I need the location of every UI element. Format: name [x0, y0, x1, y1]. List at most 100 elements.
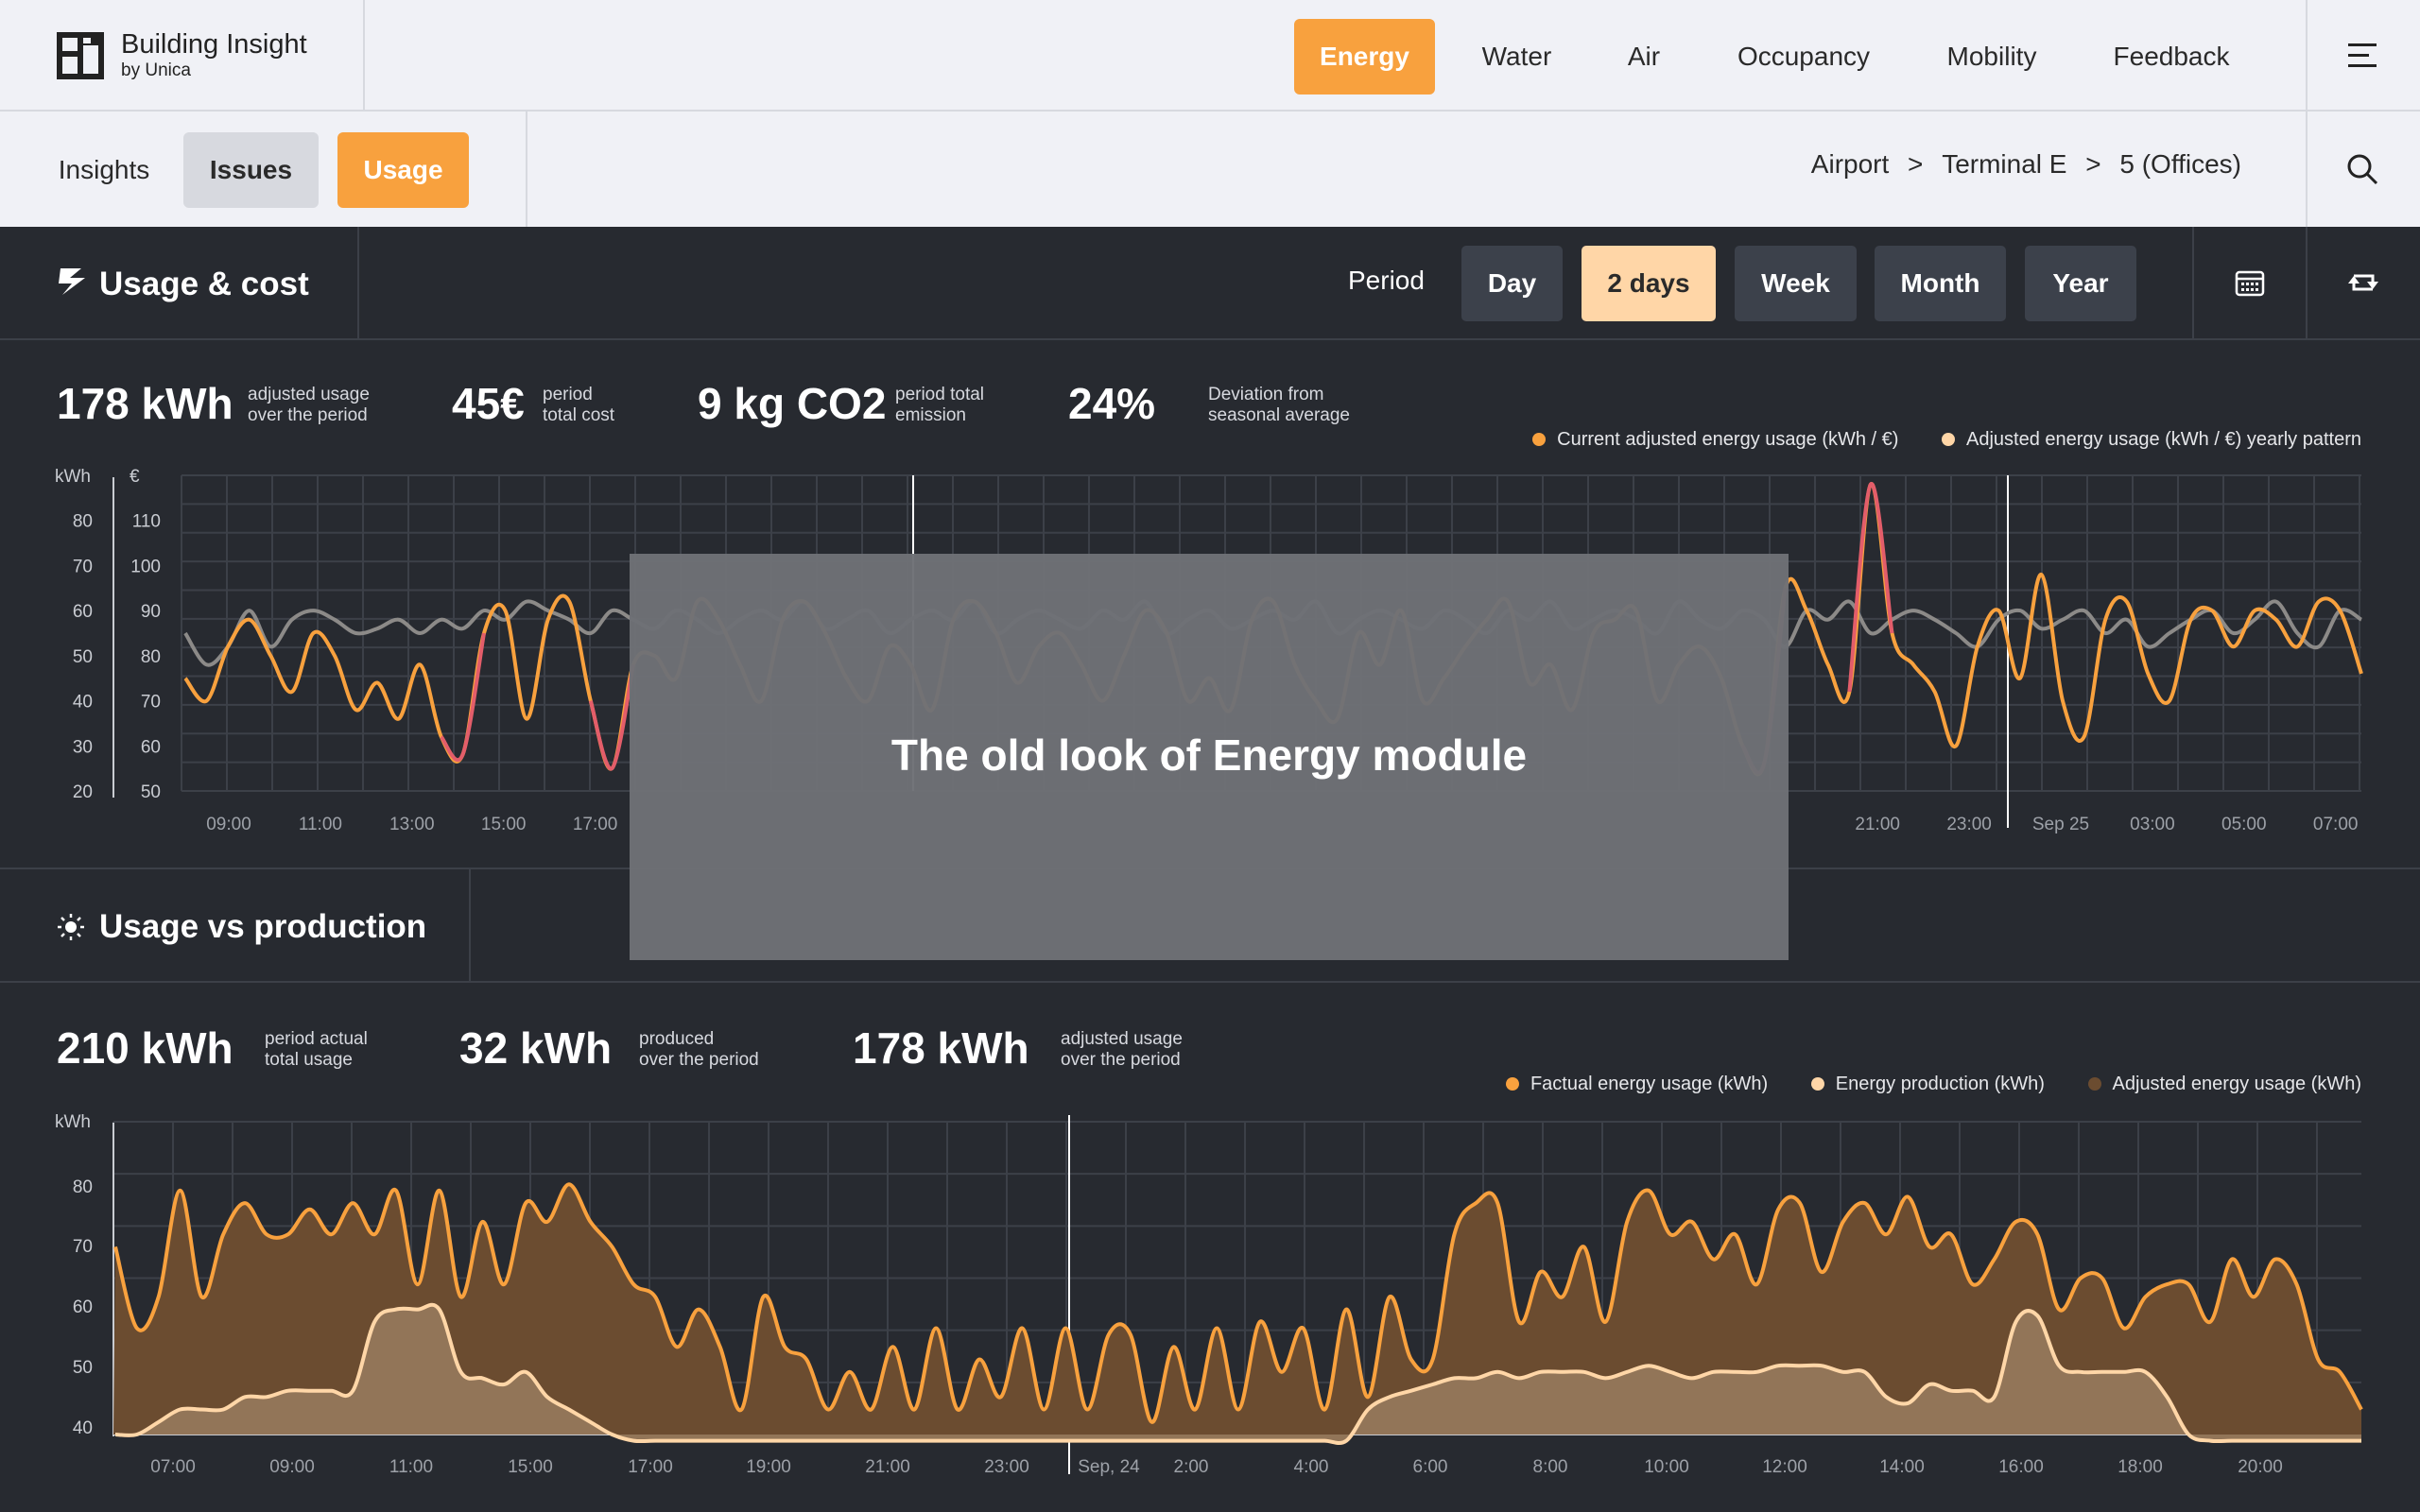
old-look-overlay: The old look of Energy module [630, 554, 1789, 960]
x-tick-label: 14:00 [1879, 1457, 1925, 1477]
kpi-actual-usage-value: 210 kWh [57, 1023, 233, 1073]
nav-water[interactable]: Water [1463, 19, 1570, 94]
period-label: Period [1348, 266, 1425, 295]
kpi-emission-value: 9 kg CO2 [698, 379, 887, 428]
sun-icon [58, 914, 84, 940]
tab-insights[interactable]: Insights [47, 132, 161, 208]
x-tick-label: 07:00 [150, 1457, 196, 1477]
x-tick-label: 10:00 [1644, 1457, 1689, 1477]
period-year-button[interactable]: Year [2025, 246, 2136, 321]
x-tick-label: 23:00 [984, 1457, 1029, 1477]
x-tick-label: Sep, 24 [1078, 1457, 1140, 1477]
kpi-produced-value: 32 kWh [459, 1023, 613, 1073]
usage-cost-legend: Current adjusted energy usage (kWh / €) … [1532, 429, 2361, 451]
kpi-emission-label: period total emission [895, 385, 985, 425]
y-tick-label-eur: 90 [141, 602, 161, 622]
x-tick-label: 07:00 [2313, 815, 2359, 834]
y-tick-label-eur: 60 [141, 737, 161, 757]
y-tick-label: 40 [73, 1418, 93, 1438]
x-tick-label: 16:00 [1998, 1457, 2044, 1477]
usage-cost-title: Usage & cost [99, 266, 309, 302]
nav-occupancy[interactable]: Occupancy [1726, 19, 1881, 94]
x-tick-label: 09:00 [206, 815, 251, 834]
period-week-button[interactable]: Week [1735, 246, 1857, 321]
kpi-adjusted-usage-label: adjusted usage over the period [1061, 1029, 1183, 1070]
breadcrumb-separator: > [1908, 149, 1924, 179]
x-tick-label: 20:00 [2238, 1457, 2283, 1477]
legend-item[interactable]: Factual energy usage (kWh) [1505, 1074, 1768, 1094]
y-tick-label-eur: 80 [141, 647, 161, 667]
divider [2306, 0, 2308, 112]
x-tick-label: 21:00 [865, 1457, 910, 1477]
overlay-caption: The old look of Energy module [890, 730, 1528, 780]
y-tick-label-kwh: 60 [73, 602, 93, 622]
nav-mobility[interactable]: Mobility [1928, 19, 2055, 94]
y-unit-kwh: kWh [55, 467, 91, 487]
top-navigation-bar: Building Insight by Unica Energy Water A… [0, 0, 2420, 112]
x-tick-label: 23:00 [1946, 815, 1992, 834]
y-tick-label-eur: 50 [141, 782, 161, 802]
x-tick-label: 11:00 [299, 815, 342, 834]
y-tick-label-kwh: 50 [73, 647, 93, 667]
kpi-actual-usage-label: period actual total usage [265, 1029, 368, 1070]
y-tick-label: 60 [73, 1297, 93, 1317]
kpi-cost-value: 45€ [452, 379, 525, 428]
y-tick-label-eur: 100 [130, 557, 161, 576]
breadcrumb: Airport > Terminal E > 5 (Offices) [1806, 149, 2247, 180]
series-peak-highlight [440, 632, 486, 762]
legend-item[interactable]: Adjusted energy usage (kWh / €) yearly p… [1942, 429, 2361, 450]
y-tick-label-kwh: 40 [73, 693, 93, 713]
nav-energy[interactable]: Energy [1294, 19, 1435, 94]
y-tick-label: 70 [73, 1237, 93, 1257]
tab-issues[interactable]: Issues [183, 132, 319, 208]
legend-dot [1810, 1077, 1824, 1091]
legend-item[interactable]: Energy production (kWh) [1810, 1074, 2045, 1094]
x-tick-label: 2:00 [1174, 1457, 1209, 1477]
x-tick-label: 6:00 [1413, 1457, 1448, 1477]
kpi-deviation-label: Deviation from seasonal average [1208, 385, 1350, 425]
legend-item[interactable]: Adjusted energy usage (kWh) [2087, 1074, 2361, 1094]
y-tick-label: 50 [73, 1358, 93, 1378]
x-tick-label: 8:00 [1533, 1457, 1568, 1477]
period-month-button[interactable]: Month [1875, 246, 2006, 321]
x-tick-label: 12:00 [1762, 1457, 1807, 1477]
kpi-adjusted-usage-value: 178 kWh [853, 1023, 1029, 1073]
period-day-button[interactable]: Day [1461, 246, 1563, 321]
tab-usage[interactable]: Usage [337, 132, 469, 208]
x-tick-label: 03:00 [2130, 815, 2175, 834]
compare-arrows-icon[interactable] [2346, 266, 2380, 299]
x-tick-label: Sep 25 [2032, 815, 2089, 834]
lightning-icon [59, 268, 85, 295]
usage-production-chart[interactable]: kWh 80 70 60 50 40 07:00 09:00 11:00 15:00 17:00 19… [0, 1096, 2420, 1512]
x-tick-label: 15:00 [481, 815, 527, 834]
hamburger-menu-icon[interactable] [2348, 42, 2378, 70]
nav-air[interactable]: Air [1607, 19, 1681, 94]
search-icon[interactable] [2346, 153, 2378, 185]
breadcrumb-item[interactable]: Terminal E [1942, 149, 2066, 179]
series-peak-highlight [1847, 482, 1894, 693]
breadcrumb-item[interactable]: Airport [1811, 149, 1889, 179]
calendar-icon[interactable] [2235, 268, 2265, 297]
y-unit-kwh: kWh [55, 1112, 91, 1132]
x-tick-label: 11:00 [389, 1457, 433, 1477]
legend-dot [1942, 433, 1955, 446]
x-tick-label: 19:00 [746, 1457, 791, 1477]
breadcrumb-item[interactable]: 5 (Offices) [2119, 149, 2241, 179]
divider [363, 0, 365, 112]
y-unit-eur: € [130, 467, 140, 487]
x-tick-label: 18:00 [2118, 1457, 2163, 1477]
breadcrumb-separator: > [2085, 149, 2101, 179]
y-tick-label-eur: 70 [141, 693, 161, 713]
x-tick-label: 15:00 [508, 1457, 553, 1477]
kpi-adjusted-usage-label: adjusted usage over the period [248, 385, 370, 425]
x-tick-label: 21:00 [1855, 815, 1900, 834]
series-peak-highlight [588, 664, 635, 771]
legend-item[interactable]: Current adjusted energy usage (kWh / €) [1532, 429, 1898, 450]
brand: Building Insight by Unica [121, 28, 307, 81]
legend-dot [2087, 1077, 2101, 1091]
period-2days-button[interactable]: 2 days [1582, 246, 1716, 321]
building-insight-logo[interactable] [57, 32, 104, 79]
y-tick-label-kwh: 80 [73, 512, 93, 532]
nav-feedback[interactable]: Feedback [2100, 19, 2242, 94]
divider [526, 112, 527, 227]
